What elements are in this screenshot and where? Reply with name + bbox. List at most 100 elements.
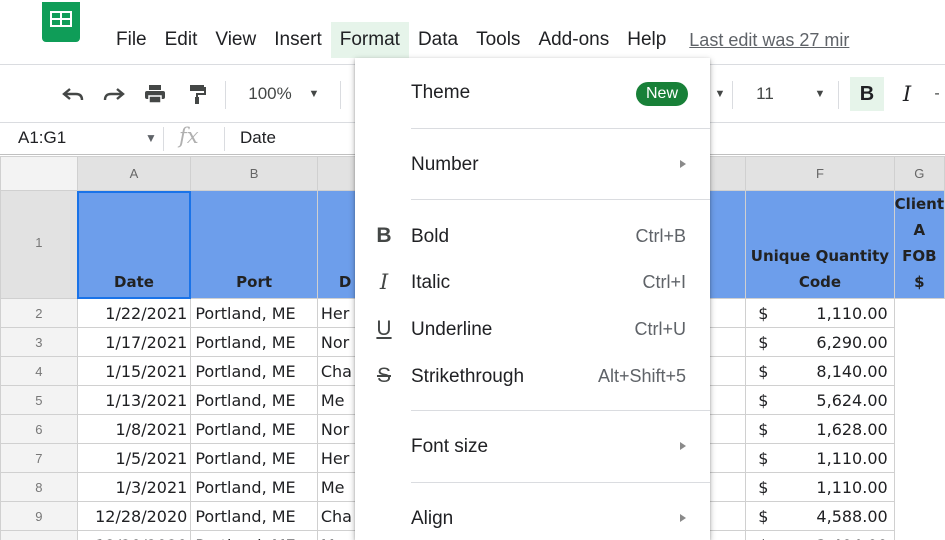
cell-port[interactable]: Portland, ME: [190, 472, 318, 502]
cell-amount: 1,110.00: [816, 304, 888, 323]
cell-date[interactable]: 1/5/2021: [76, 443, 192, 473]
menu-item-align[interactable]: Align: [355, 498, 710, 538]
column-header[interactable]: F: [745, 156, 895, 191]
submenu-arrow-icon: [680, 442, 686, 450]
menu-item-underline[interactable]: U Underline Ctrl+U: [355, 309, 710, 349]
menu-item-italic[interactable]: I Italic Ctrl+I: [355, 262, 710, 302]
paint-format-icon[interactable]: [186, 81, 208, 107]
chevron-down-icon[interactable]: ▼: [812, 81, 828, 107]
undo-icon[interactable]: [60, 81, 86, 107]
cell-port[interactable]: Portland, ME: [190, 530, 318, 540]
toolbar-divider: [340, 81, 341, 109]
more-toolbar-icon[interactable]: ‑: [930, 81, 944, 107]
italic-button[interactable]: I: [894, 81, 920, 107]
menu-item-font-size[interactable]: Font size: [355, 426, 710, 466]
currency-symbol: $: [758, 507, 769, 526]
chevron-down-icon[interactable]: ▼: [145, 131, 157, 145]
cell-amount: 8,140.00: [816, 362, 888, 381]
zoom-select[interactable]: 100%: [244, 81, 296, 107]
menu-item-label: Font size: [411, 436, 489, 457]
row-number[interactable]: 5: [0, 385, 78, 415]
header-cell-date[interactable]: Date: [76, 190, 192, 299]
formula-input[interactable]: Date: [240, 128, 276, 148]
row-number[interactable]: 7: [0, 443, 78, 473]
menu-item-number[interactable]: Number: [355, 144, 710, 184]
fx-icon: fx: [179, 124, 199, 148]
menu-format[interactable]: Format: [330, 22, 409, 58]
menu-divider: [411, 128, 710, 129]
cell-date[interactable]: 1/3/2021: [76, 472, 192, 502]
cell-fob[interactable]: $5,624.00: [745, 385, 895, 415]
sheets-logo-icon[interactable]: [42, 2, 80, 42]
row-number[interactable]: 4: [0, 356, 78, 386]
cell-fob[interactable]: $4,588.00: [745, 501, 895, 531]
row-number[interactable]: 8: [0, 472, 78, 502]
header-cell-fob[interactable]: Client A FOB $: [893, 190, 945, 299]
redo-icon[interactable]: [101, 81, 127, 107]
row-number[interactable]: 9: [0, 501, 78, 531]
cell-port[interactable]: Portland, ME: [190, 414, 318, 444]
menu-item-theme[interactable]: Theme New: [355, 72, 710, 112]
currency-symbol: $: [758, 362, 769, 381]
cell-fob[interactable]: $1,110.00: [745, 472, 895, 502]
name-box[interactable]: A1:G1: [18, 128, 66, 148]
cell-fob[interactable]: $1,628.00: [745, 414, 895, 444]
cell-port[interactable]: Portland, ME: [190, 327, 318, 357]
print-icon[interactable]: [142, 81, 168, 107]
menu-file[interactable]: File: [107, 22, 156, 58]
row-number[interactable]: 6: [0, 414, 78, 444]
menu-help[interactable]: Help: [618, 22, 675, 58]
row-number[interactable]: 2: [0, 298, 78, 328]
currency-symbol: $: [758, 449, 769, 468]
cell-date[interactable]: 12/28/2020: [76, 501, 192, 531]
menu-item-label: Number: [411, 154, 479, 175]
menu-tools[interactable]: Tools: [467, 22, 529, 58]
cell-port[interactable]: Portland, ME: [190, 356, 318, 386]
cell-date[interactable]: 1/17/2021: [76, 327, 192, 357]
row-number[interactable]: 3: [0, 327, 78, 357]
cell-port[interactable]: Portland, ME: [190, 385, 318, 415]
cell-fob[interactable]: $1,110.00: [745, 443, 895, 473]
cell-date[interactable]: 1/22/2021: [76, 298, 192, 328]
menu-view[interactable]: View: [206, 22, 265, 58]
cell-fob[interactable]: $6,290.00: [745, 327, 895, 357]
bold-icon: B: [376, 224, 392, 247]
column-header[interactable]: G: [893, 156, 945, 191]
menu-item-strikethrough[interactable]: S Strikethrough Alt+Shift+5: [355, 356, 710, 396]
font-size-input[interactable]: 11: [750, 81, 780, 107]
sheets-grid-icon: [50, 11, 72, 27]
last-edit-link[interactable]: Last edit was 27 mir: [689, 30, 849, 51]
menu-item-bold[interactable]: B Bold Ctrl+B: [355, 216, 710, 256]
menu-divider: [411, 482, 710, 483]
menu-item-shortcut: Alt+Shift+5: [597, 366, 686, 386]
cell-fob[interactable]: $1,110.00: [745, 298, 895, 328]
cell-port[interactable]: Portland, ME: [190, 298, 318, 328]
bold-button[interactable]: B: [850, 77, 884, 111]
row-number[interactable]: 1: [0, 190, 78, 299]
menu-data[interactable]: Data: [409, 22, 467, 58]
cell-amount: 1,110.00: [816, 449, 888, 468]
cell-fob[interactable]: $8,140.00: [745, 356, 895, 386]
cell-date[interactable]: 12/20/2020: [76, 530, 192, 540]
menu-insert[interactable]: Insert: [265, 22, 331, 58]
cell-date[interactable]: 1/13/2021: [76, 385, 192, 415]
menu-add-ons[interactable]: Add-ons: [529, 22, 618, 58]
currency-symbol: $: [758, 391, 769, 410]
chevron-down-icon[interactable]: ▼: [712, 81, 728, 107]
cell-date[interactable]: 1/8/2021: [76, 414, 192, 444]
cell-port[interactable]: Portland, ME: [190, 443, 318, 473]
header-cell-quantity-code[interactable]: Unique Quantity Code: [745, 190, 895, 299]
header-cell-port[interactable]: Port: [190, 190, 318, 299]
cell-fob[interactable]: $3,404.00: [745, 530, 895, 540]
submenu-arrow-icon: [680, 160, 686, 168]
column-header[interactable]: A: [76, 156, 192, 191]
toolbar-divider: [838, 81, 839, 109]
chevron-down-icon[interactable]: ▼: [306, 81, 322, 107]
cell-date[interactable]: 1/15/2021: [76, 356, 192, 386]
menu-edit[interactable]: Edit: [156, 22, 207, 58]
italic-icon: I: [379, 270, 389, 294]
column-header[interactable]: B: [190, 156, 318, 191]
row-number[interactable]: 10: [0, 530, 78, 540]
select-all-corner[interactable]: [0, 156, 78, 191]
cell-port[interactable]: Portland, ME: [190, 501, 318, 531]
